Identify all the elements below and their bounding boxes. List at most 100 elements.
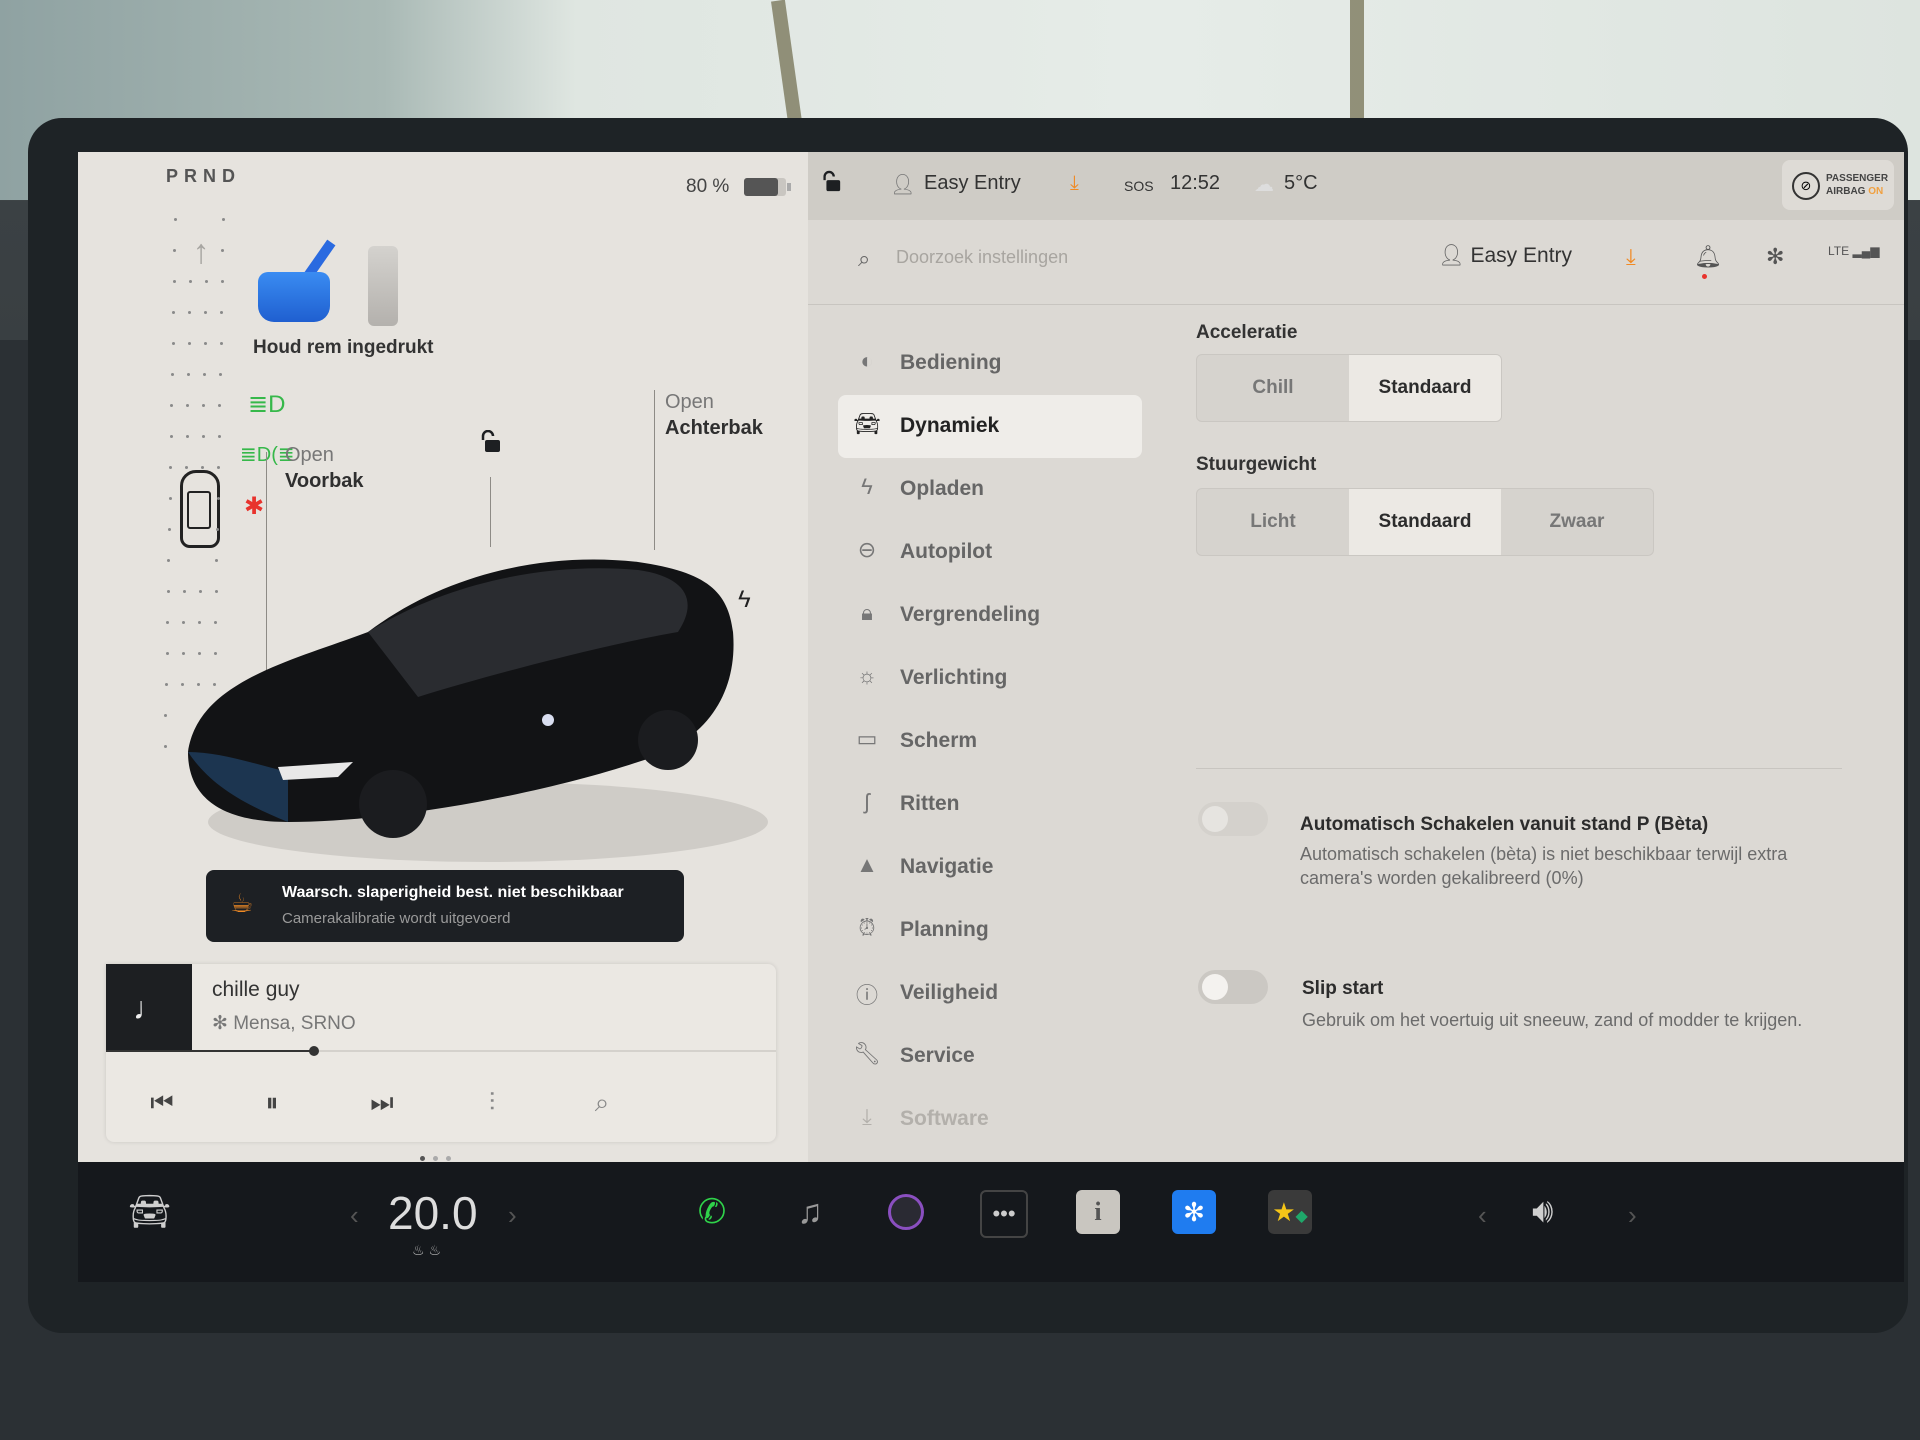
drowsiness-warning-toast: ☕ Waarsch. slaperigheid best. niet besch… [206, 870, 684, 942]
camera-icon[interactable] [884, 1190, 928, 1234]
lock-icon: 🔒︎ [861, 600, 873, 625]
media-pager[interactable] [416, 1148, 455, 1162]
phone-icon[interactable]: ✆ [690, 1190, 734, 1234]
settings-header: ⌕ 👤︎ Easy Entry ⤓ 🔔︎ ✻ LTE ▂▄▆ [808, 220, 1904, 305]
menu-item-dynamiek[interactable]: 🚘︎ Dynamiek [838, 395, 1142, 458]
menu-item-label: Planning [900, 918, 989, 941]
bolt-icon: ϟ [861, 474, 873, 499]
bottom-bar: 🚘︎ ‹ 20.0 ♨ ♨ › ✆ ♫ ••• i ✻ ★◆ ‹ 🔊︎ › [78, 1162, 1904, 1282]
lane-dot [201, 435, 205, 438]
pager-dot[interactable] [433, 1156, 438, 1161]
menu-item-software[interactable]: ⤓ Software [838, 1088, 1142, 1151]
song-artist: ✻ Mensa, SRNO [212, 1012, 356, 1035]
lane-dot [186, 404, 190, 407]
previous-track-button[interactable]: ⏮ [142, 1082, 182, 1122]
car-controls-icon[interactable]: 🚘︎ [128, 1192, 171, 1232]
album-art[interactable]: ♩ [106, 964, 192, 1052]
lane-dot [218, 404, 222, 407]
bluetooth-source-icon: ✻ [212, 1013, 234, 1034]
download-icon[interactable]: ⤓ [1070, 172, 1079, 195]
low-beam-icon: ≣D [248, 391, 286, 418]
menu-item-veiligheid[interactable]: ⓘ Veiligheid [838, 962, 1142, 1025]
background-tree [1350, 0, 1364, 130]
acceleration-option-chill[interactable]: Chill [1197, 355, 1349, 421]
volume-icon[interactable]: 🔊︎ [1532, 1192, 1553, 1231]
volume-up-button[interactable]: › [1628, 1200, 1637, 1231]
menu-item-verlichting[interactable]: ☼ Verlichting [838, 647, 1142, 710]
charge-port-icon[interactable]: ϟ [738, 586, 751, 614]
lane-dot [172, 311, 176, 314]
media-progress-bar[interactable] [106, 1046, 776, 1056]
acceleration-option-standaard[interactable]: Standaard [1349, 355, 1501, 421]
lane-dot [204, 280, 208, 283]
menu-item-navigatie[interactable]: ▲ Navigatie [838, 836, 1142, 899]
seat-heater-icons[interactable]: ♨ ♨ [412, 1242, 441, 1259]
lock-status-icon[interactable] [820, 170, 842, 194]
cabin-temperature[interactable]: 20.0 [388, 1186, 478, 1240]
volume-down-button[interactable]: ‹ [1478, 1200, 1487, 1231]
settings-search-input[interactable] [894, 246, 1298, 269]
steering-option-zwaar[interactable]: Zwaar [1501, 489, 1653, 555]
brake-prompt: Houd rem ingedrukt [253, 337, 434, 358]
next-track-button[interactable]: ⏭ [362, 1082, 402, 1122]
temp-up-button[interactable]: › [508, 1200, 517, 1231]
lane-dot [203, 373, 206, 376]
menu-item-ritten[interactable]: ʃ Ritten [838, 773, 1142, 836]
passenger-airbag-indicator: ⊘ PASSENGER AIRBAG ON [1782, 160, 1894, 210]
steering-option-standaard[interactable]: Standaard [1349, 489, 1501, 555]
pager-dot[interactable] [420, 1156, 425, 1161]
lane-dot [220, 311, 224, 314]
steering-option-licht[interactable]: Licht [1197, 489, 1349, 555]
slip-start-toggle[interactable] [1198, 970, 1268, 1004]
artist-name: Mensa, SRNO [233, 1013, 356, 1034]
open-trunk-button[interactable]: Open Achterbak [665, 389, 763, 441]
acceleration-selector: Chill Standaard [1196, 354, 1502, 422]
unlock-icon[interactable] [478, 430, 502, 454]
menu-item-autopilot[interactable]: ⊖ Autopilot [838, 521, 1142, 584]
status-profile-name[interactable]: Easy Entry [924, 172, 1021, 195]
lane-dot [216, 497, 220, 500]
pager-dot[interactable] [446, 1156, 451, 1161]
seatbelt-warning-icon: ✱ [244, 493, 265, 520]
search-icon: ⌕ [858, 246, 871, 271]
open-frunk-button[interactable]: Open Voorbak [285, 442, 364, 494]
menu-item-label: Opladen [900, 477, 985, 500]
settings-panel: 👤︎ Easy Entry ⤓ SOS 12:52 ☁ 5°C ⊘ PASSEN… [808, 152, 1904, 1162]
toggle-icon: ◐ [860, 348, 874, 373]
owners-manual-icon[interactable]: i [1076, 1190, 1120, 1234]
pause-button[interactable]: ⏸ [252, 1082, 292, 1122]
auto-shift-description: Automatisch schakelen (bèta) is niet bes… [1300, 844, 1788, 888]
sos-button[interactable]: SOS [1124, 178, 1154, 194]
drive-arrow-icon: ↑ [192, 233, 210, 271]
lane-dot [217, 466, 221, 469]
song-title: chille guy [212, 978, 300, 1001]
games-icon[interactable]: ★◆ [1268, 1190, 1312, 1234]
bluetooth-icon[interactable]: ✻ [1766, 244, 1784, 270]
menu-item-opladen[interactable]: ϟ Opladen [838, 458, 1142, 521]
menu-item-planning[interactable]: ⏰︎ Planning [838, 899, 1142, 962]
menu-item-label: Software [900, 1107, 989, 1130]
menu-item-service[interactable]: 🔧︎ Service [838, 1025, 1142, 1088]
media-progress-knob[interactable] [308, 1046, 319, 1056]
media-search-button[interactable]: ⌕ [582, 1082, 622, 1122]
more-apps-icon[interactable]: ••• [980, 1190, 1028, 1238]
auto-shift-toggle[interactable] [1198, 802, 1268, 836]
menu-item-label: Service [900, 1044, 975, 1067]
car-3d-model[interactable] [168, 522, 798, 862]
music-icon[interactable]: ♫ [788, 1190, 832, 1234]
lane-dot [171, 342, 175, 345]
software-update-icon[interactable]: ⤓ [1626, 244, 1636, 270]
menu-item-vergrendeling[interactable]: 🔒︎ Vergrendeling [838, 584, 1142, 647]
toggle-knob [1202, 806, 1228, 832]
lane-dot [185, 466, 189, 469]
header-profile-button[interactable]: 👤︎ Easy Entry [1438, 244, 1572, 268]
menu-item-bediening[interactable]: ◐ Bediening [838, 332, 1142, 395]
menu-item-scherm[interactable]: ▭ Scherm [838, 710, 1142, 773]
equalizer-button[interactable]: ⫶ [472, 1082, 512, 1122]
notifications-bell-icon[interactable]: 🔔︎ [1694, 244, 1722, 279]
bluetooth-app-icon[interactable]: ✻ [1172, 1190, 1216, 1234]
temp-down-button[interactable]: ‹ [350, 1200, 359, 1231]
weather-icon: ☁ [1254, 174, 1274, 196]
lane-dot [203, 342, 207, 345]
lane-dot [172, 280, 176, 283]
